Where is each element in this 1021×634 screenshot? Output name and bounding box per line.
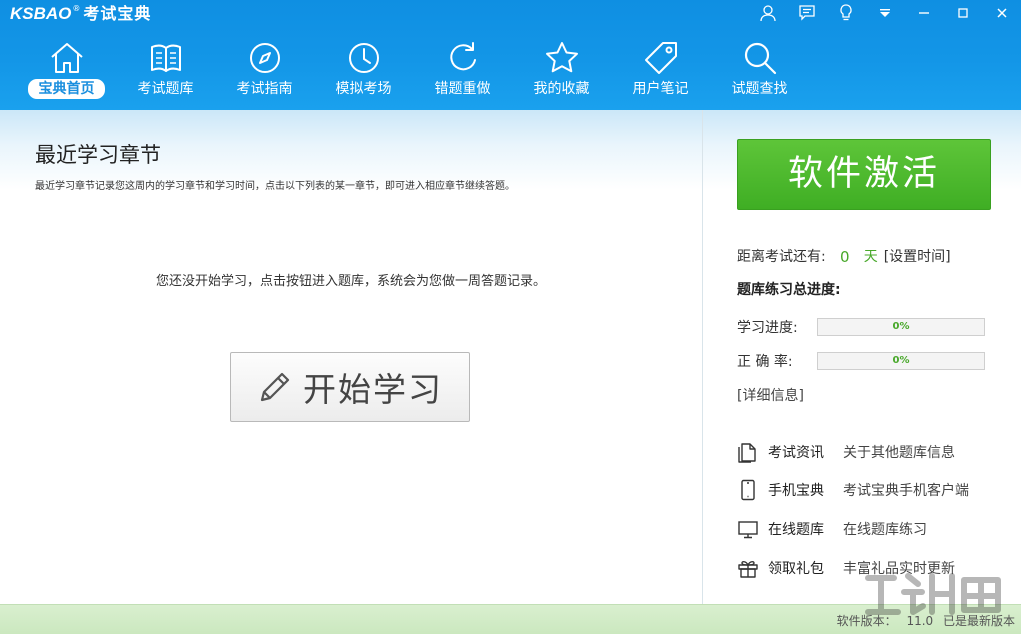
book-icon (150, 44, 181, 72)
countdown-days: 0 (839, 248, 850, 266)
link-exam-news[interactable]: 考试资讯 关于其他题库信息 (737, 440, 955, 464)
study-progress-label: 学习进度: (737, 320, 798, 336)
pencil-icon (260, 372, 290, 402)
nav-favorites[interactable]: 我的收藏 (512, 36, 611, 104)
link-description: 考试宝典手机客户端 (843, 483, 969, 499)
refresh-icon (449, 42, 476, 71)
nav-search[interactable]: 试题查找 (710, 36, 809, 104)
search-icon (744, 42, 776, 75)
status-bar: 软件版本： 11.0 已是最新版本 (0, 604, 1021, 634)
document-icon (738, 443, 756, 463)
version-label: 软件版本： (836, 614, 897, 628)
nav-label: 试题查找 (731, 81, 788, 97)
maximize-icon (957, 8, 968, 18)
set-time-link[interactable]: [设置时间] (884, 247, 951, 267)
tips-button[interactable] (826, 0, 865, 26)
close-button[interactable] (982, 0, 1021, 26)
phone-icon (741, 479, 755, 501)
nav-exam-guide[interactable]: 考试指南 (215, 36, 314, 104)
tag-icon (644, 42, 677, 74)
maximize-button[interactable] (943, 0, 982, 26)
version-note: 已是最新版本 (942, 614, 1015, 628)
nav-label: 模拟考场 (335, 81, 392, 97)
app-logo: KSBAO ® 考试宝典 (10, 3, 151, 25)
recent-chapters-description: 最近学习章节记录您这周内的学习章节和学习时间，点击以下列表的某一章节，即可进入相… (35, 181, 515, 192)
bulb-icon (839, 4, 852, 21)
overall-progress-title: 题库练习总进度: (737, 282, 841, 298)
gift-icon (738, 561, 758, 578)
link-description: 丰富礼品实时更新 (843, 561, 955, 577)
study-progress-value: 0% (892, 321, 910, 332)
recent-chapters-title: 最近学习章节 (35, 143, 161, 167)
link-gift-pack[interactable]: 领取礼包 丰富礼品实时更新 (737, 556, 955, 580)
user-icon (759, 5, 776, 22)
accuracy-bar: 0% (817, 352, 985, 370)
link-name: 考试资讯 (768, 445, 824, 461)
star-icon (545, 42, 578, 73)
empty-state-message: 您还没开始学习，点击按钮进入题库，系统会为您做一周答题记录。 (155, 274, 546, 289)
study-progress-row: 学习进度: 0% (737, 317, 985, 337)
link-description: 关于其他题库信息 (843, 445, 955, 461)
link-name: 领取礼包 (768, 561, 824, 577)
link-name: 在线题库 (768, 522, 824, 538)
minimize-button[interactable] (904, 0, 943, 26)
logo-registered-mark: ® (72, 4, 81, 13)
nav-label: 考试题库 (137, 81, 194, 97)
logo-text-en: KSBAO (10, 4, 72, 23)
clock-icon (348, 43, 379, 73)
window-controls (748, 0, 1021, 26)
logo-text-cn: 考试宝典 (83, 4, 152, 23)
dropdown-icon (879, 9, 890, 17)
nav-home[interactable]: 宝典首页 (17, 36, 116, 104)
countdown-unit: 天 (863, 249, 878, 265)
start-learning-button[interactable]: 开始学习 (230, 352, 470, 422)
message-button[interactable] (787, 0, 826, 26)
title-bar: KSBAO ® 考试宝典 宝典首页 考试题库 考试指南 模拟考场 错题重做 我的… (0, 0, 1021, 110)
nav-label: 我的收藏 (533, 81, 590, 97)
version-info: 软件版本： 11.0 已是最新版本 (831, 613, 1015, 629)
nav-notes[interactable]: 用户笔记 (611, 36, 710, 104)
nav-label: 用户笔记 (632, 81, 689, 97)
message-icon (798, 5, 815, 21)
nav-label: 考试指南 (236, 81, 293, 97)
start-learning-label: 开始学习 (303, 370, 443, 409)
compass-icon (249, 43, 280, 73)
countdown-label: 距离考试还有: (737, 249, 826, 265)
main-nav: 宝典首页 考试题库 考试指南 模拟考场 错题重做 我的收藏 用户笔记 试题查找 (17, 36, 809, 104)
nav-mock-exam[interactable]: 模拟考场 (314, 36, 413, 104)
link-online-bank[interactable]: 在线题库 在线题库练习 (737, 517, 927, 541)
nav-redo-wrong[interactable]: 错题重做 (413, 36, 512, 104)
link-mobile-app[interactable]: 手机宝典 考试宝典手机客户端 (737, 478, 969, 502)
nav-question-bank[interactable]: 考试题库 (116, 36, 215, 104)
link-name: 手机宝典 (768, 483, 824, 499)
accuracy-row: 正 确 率: 0% (737, 351, 985, 371)
link-description: 在线题库练习 (843, 522, 927, 538)
home-icon (50, 43, 83, 73)
study-progress-bar: 0% (817, 318, 985, 336)
detail-info-link[interactable]: [详细信息] (737, 386, 804, 406)
close-icon (996, 8, 1007, 18)
user-button[interactable] (748, 0, 787, 26)
accuracy-value: 0% (892, 355, 910, 366)
dropdown-button[interactable] (865, 0, 904, 26)
nav-label: 宝典首页 (28, 79, 105, 99)
monitor-icon (738, 521, 758, 539)
accuracy-label: 正 确 率: (737, 354, 793, 370)
panel-divider (702, 110, 703, 604)
minimize-icon (918, 12, 929, 14)
nav-label: 错题重做 (434, 81, 491, 97)
version-value: 11.0 (906, 614, 934, 628)
exam-countdown: 距离考试还有: 0 天 [设置时间] (737, 247, 951, 267)
activate-software-button[interactable]: 软件激活 (737, 139, 991, 210)
